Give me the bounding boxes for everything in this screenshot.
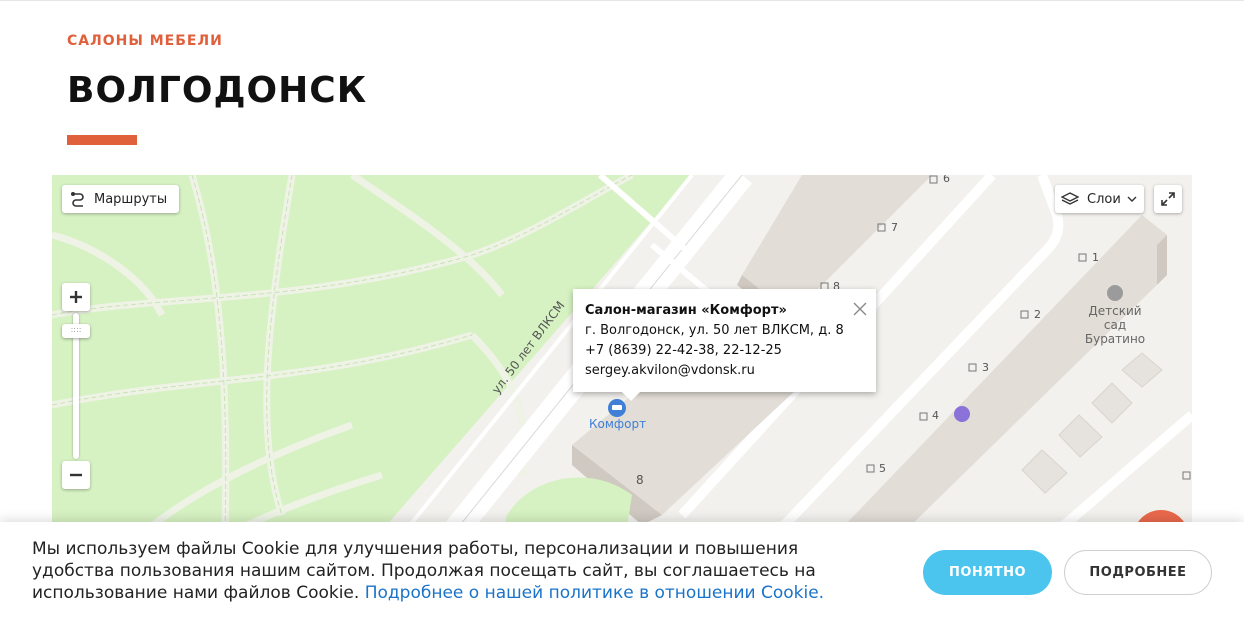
- building-number: 3: [982, 361, 989, 374]
- cookie-details-button[interactable]: ПОДРОБНЕЕ: [1064, 550, 1212, 595]
- kindergarten-label: Детский сад Буратино: [1084, 304, 1146, 346]
- layers-label: Слои: [1087, 191, 1121, 207]
- cookie-message: Мы используем файлы Cookie для улучшения…: [32, 538, 852, 604]
- accept-cookies-button[interactable]: ПОНЯТНО: [923, 550, 1052, 595]
- zoom-slider-handle[interactable]: ::::: [62, 324, 90, 338]
- cookie-banner: Мы используем файлы Cookie для улучшения…: [0, 522, 1244, 622]
- chevron-down-icon: [1127, 196, 1137, 202]
- building-number: 2: [1034, 308, 1041, 321]
- routes-button[interactable]: Маршруты: [62, 185, 179, 213]
- balloon-phone: +7 (8639) 22-42-38, 22-12-25: [585, 343, 782, 358]
- layers-button[interactable]: Слои: [1055, 185, 1144, 213]
- building-number: 7: [891, 221, 898, 234]
- balloon-address: г. Волгодонск, ул. 50 лет ВЛКСМ, д. 8: [585, 323, 844, 338]
- map-balloon: Салон-магазин «Комфорт» г. Волгодонск, у…: [573, 289, 876, 392]
- plus-icon: [70, 291, 82, 303]
- section-overline: САЛОНЫ МЕБЕЛИ: [67, 33, 223, 49]
- building-number: 6: [943, 175, 950, 185]
- building-number: 8: [636, 473, 644, 487]
- fullscreen-button[interactable]: [1154, 185, 1182, 213]
- marker-label[interactable]: Комфорт: [589, 417, 646, 431]
- balloon-tail: [621, 391, 641, 401]
- page-title: ВОЛГОДОНСК: [67, 70, 368, 111]
- building-number: 4: [932, 409, 939, 422]
- balloon-title: Салон-магазин «Комфорт»: [585, 303, 787, 318]
- close-icon[interactable]: [852, 301, 868, 317]
- building-number: 5: [879, 462, 886, 475]
- building-number: 1: [1092, 251, 1099, 264]
- route-icon: [71, 192, 84, 207]
- balloon-email: sergey.akvilon@vdonsk.ru: [585, 363, 755, 378]
- cookie-policy-link[interactable]: Подробнее о нашей политике в отношении C…: [365, 583, 824, 603]
- title-accent-bar: [67, 135, 137, 145]
- layers-icon: [1061, 192, 1079, 205]
- minus-icon: [70, 473, 82, 477]
- routes-label: Маршруты: [94, 191, 168, 207]
- top-divider: [0, 0, 1244, 1]
- expand-icon: [1161, 192, 1175, 206]
- zoom-in-button[interactable]: [62, 283, 90, 311]
- zoom-out-button[interactable]: [62, 461, 90, 489]
